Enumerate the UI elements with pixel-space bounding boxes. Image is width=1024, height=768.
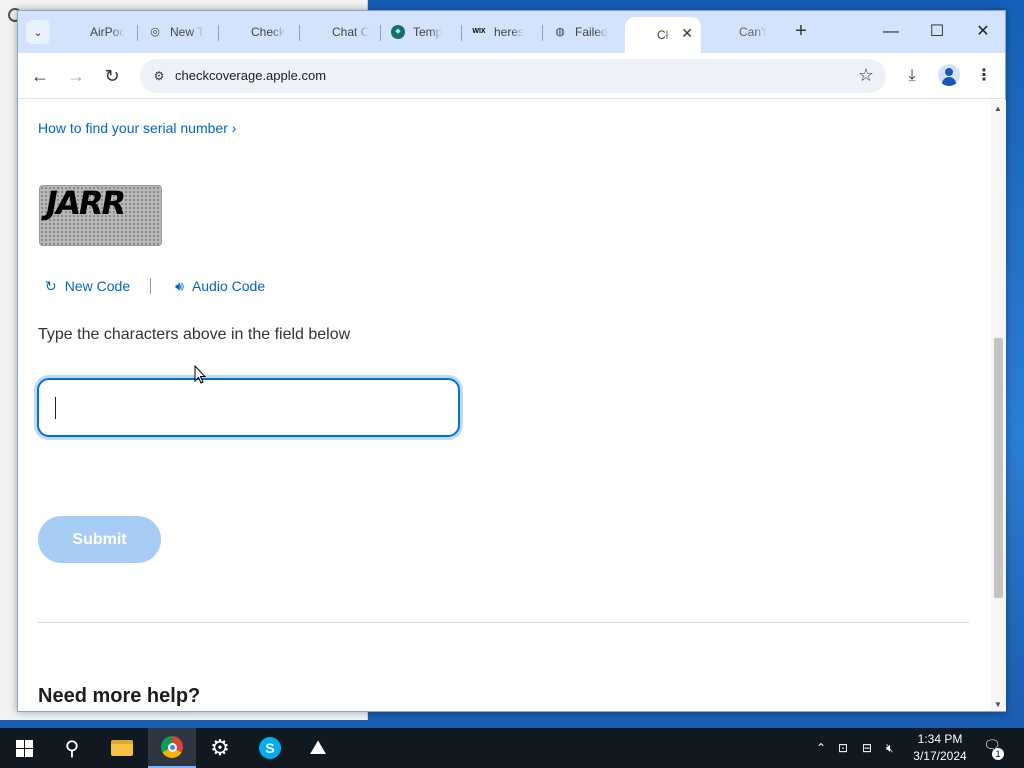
avatar-head	[945, 68, 953, 76]
page-scrollbar[interactable]: ▲ ▼	[991, 100, 1006, 711]
network-icon[interactable]: ⊟	[862, 728, 872, 768]
start-button[interactable]	[0, 728, 48, 768]
serial-number-help-link[interactable]: How to find your serial number ›	[38, 120, 236, 136]
skype-icon: S	[259, 737, 281, 759]
tab-cant[interactable]: Can't	[707, 19, 787, 45]
apple-icon	[310, 25, 324, 39]
close-window-button[interactable]: ✕	[960, 19, 1006, 45]
download-icon[interactable]: ⤓	[900, 64, 924, 88]
browser-window: ⌄ AirPoc ◎ New T Check Chat C ◆ Temp WIX	[17, 10, 1006, 712]
chrome-icon	[161, 736, 183, 758]
refresh-icon: ↻	[45, 277, 57, 294]
new-code-button[interactable]: ↻ New Code	[45, 278, 130, 295]
captcha-input[interactable]	[37, 378, 460, 437]
scrollbar-thumb[interactable]	[994, 338, 1003, 598]
text-caret	[55, 397, 56, 419]
audio-code-button[interactable]: 🔊︎ Audio Code	[175, 278, 265, 295]
code-actions-divider	[150, 278, 152, 294]
tab-close-icon[interactable]: ✕	[681, 25, 693, 42]
tab-check[interactable]: Check	[219, 19, 299, 45]
tab-chat[interactable]: Chat C	[300, 19, 380, 45]
scroll-down-arrow-icon[interactable]: ▼	[994, 700, 1002, 709]
apple-icon	[68, 25, 82, 39]
tab-failed[interactable]: ◍ Failed	[543, 19, 623, 45]
forward-button[interactable]: →	[64, 64, 88, 88]
clock-date: 3/17/2024	[913, 749, 967, 763]
captcha-instructions: Type the characters above in the field b…	[38, 326, 351, 343]
bookmark-star-icon[interactable]: ☆	[858, 65, 874, 86]
maximize-button[interactable]: ☐	[914, 19, 960, 45]
new-tab-button[interactable]: +	[790, 21, 812, 43]
wix-icon: WIX	[472, 28, 486, 35]
new-code-label: New Code	[64, 278, 131, 294]
submit-button[interactable]: Submit	[38, 516, 161, 563]
address-bar[interactable]: ⚙ checkcoverage.apple.com ☆	[140, 59, 886, 93]
speaker-icon: 🔊︎	[175, 277, 184, 294]
captcha-text: JARR	[42, 185, 128, 222]
search-icon: ⚲	[64, 737, 80, 760]
section-divider	[38, 622, 969, 623]
tab-new-tab[interactable]: ◎ New T	[138, 19, 218, 45]
apple-icon	[229, 25, 243, 39]
tab-temp[interactable]: ◆ Temp	[381, 19, 461, 45]
notification-count-badge: 1	[992, 748, 1004, 760]
tray-security-icon[interactable]: ⊡	[838, 728, 848, 768]
settings-taskbar-button[interactable]: ⚙	[196, 728, 244, 768]
taskbar-clock[interactable]: 1:34 PM 3/17/2024	[906, 731, 974, 765]
tray-chevron-icon[interactable]: ⌃	[816, 728, 826, 768]
scroll-up-arrow-icon[interactable]: ▲	[994, 104, 1002, 113]
volume-muted-icon[interactable]: 🔇︎	[886, 728, 894, 768]
need-more-help-heading: Need more help?	[38, 685, 201, 707]
page-content: How to find your serial number › JARR ↻ …	[18, 100, 991, 711]
apple-icon	[635, 28, 649, 42]
url-text[interactable]: checkcoverage.apple.com	[175, 68, 326, 83]
audio-code-label: Audio Code	[191, 278, 266, 294]
clock-time: 1:34 PM	[917, 732, 963, 746]
photos-icon: ⛰	[309, 736, 327, 759]
apple-icon	[717, 25, 731, 39]
file-explorer-taskbar-button[interactable]	[98, 728, 146, 768]
folder-icon	[111, 740, 133, 756]
reload-button[interactable]: ↻	[100, 64, 124, 88]
menu-kebab-icon[interactable]: ⋮	[972, 64, 996, 88]
mouse-cursor-icon	[194, 365, 206, 384]
tab-search-button[interactable]: ⌄	[26, 20, 50, 44]
browser-toolbar: ← → ↻ ⚙ checkcoverage.apple.com ☆ ⤓ ⋮	[18, 53, 1005, 99]
minimize-button[interactable]: —	[868, 19, 914, 45]
avatar-body	[942, 77, 956, 86]
captcha-actions: ↻ New Code 🔊︎ Audio Code	[45, 275, 265, 297]
back-button[interactable]: ←	[28, 64, 52, 88]
captcha-image: JARR	[39, 185, 162, 246]
photos-taskbar-button[interactable]: ⛰	[294, 728, 342, 768]
tab-heres[interactable]: WIX heres	[462, 19, 542, 45]
tab-airpods[interactable]: AirPoc	[58, 19, 138, 45]
search-taskbar-button[interactable]: ⚲	[48, 728, 96, 768]
profile-avatar[interactable]	[938, 64, 960, 86]
chrome-taskbar-button[interactable]	[148, 728, 196, 768]
globe-icon: ◍	[555, 26, 565, 38]
windows-taskbar: ⚲ ⚙ S ⛰ ⌃ ⊡ ⊟ 🔇︎ 1:34 PM 3/17/2024 🗨︎ 1	[0, 728, 1024, 768]
chrome-icon: ◎	[150, 26, 160, 38]
tab-strip: ⌄ AirPoc ◎ New T Check Chat C ◆ Temp WIX	[18, 11, 1005, 53]
tab-checkcoverage-active[interactable]: Cł ✕	[625, 17, 701, 53]
site-info-icon[interactable]: ⚙	[150, 67, 168, 85]
windows-logo-icon	[15, 739, 33, 757]
gear-icon: ⚙	[210, 735, 230, 760]
skype-taskbar-button[interactable]: S	[246, 728, 294, 768]
temp-icon: ◆	[391, 25, 405, 39]
